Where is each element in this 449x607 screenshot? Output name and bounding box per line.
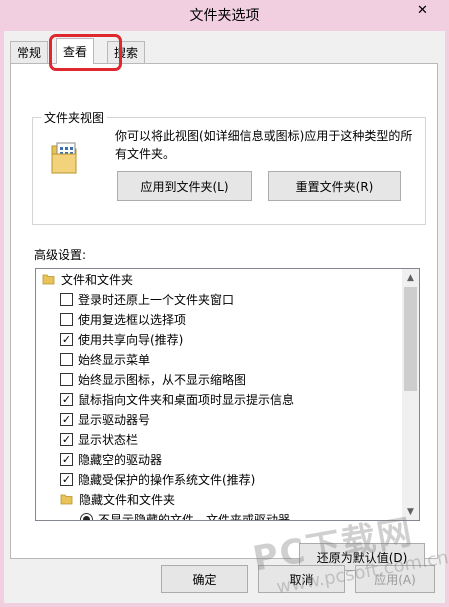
checkbox[interactable] — [60, 352, 73, 366]
checkbox-checked[interactable]: ✓ — [60, 452, 73, 466]
checkbox-checked[interactable]: ✓ — [60, 472, 73, 486]
option-popup-descriptions[interactable]: ✓ 鼠标指向文件夹和桌面项时显示提示信息 — [60, 389, 294, 409]
vertical-scrollbar[interactable]: ▲ ▼ — [402, 269, 419, 520]
option-always-show-icons[interactable]: 始终显示图标，从不显示缩略图 — [60, 369, 246, 389]
option-label: 使用共享向导(推荐) — [78, 332, 184, 347]
tree-folder-label: 隐藏文件和文件夹 — [79, 492, 176, 507]
option-label: 始终显示菜单 — [78, 352, 151, 367]
option-hide-empty-drives[interactable]: ✓ 隐藏空的驱动器 — [60, 449, 162, 469]
tab-general-label: 常规 — [17, 46, 42, 60]
option-use-checkboxes[interactable]: 使用复选框以选择项 — [60, 309, 186, 329]
tree-folder-hidden: 隐藏文件和文件夹 — [60, 489, 175, 509]
checkbox-checked[interactable]: ✓ — [60, 392, 73, 406]
option-label: 始终显示图标，从不显示缩略图 — [78, 372, 247, 387]
advanced-settings-label: 高级设置: — [34, 248, 87, 262]
folder-views-icon — [51, 142, 77, 174]
option-label: 登录时还原上一个文件夹窗口 — [78, 292, 235, 307]
option-show-drive-letters[interactable]: ✓ 显示驱动器号 — [60, 409, 150, 429]
option-label: 鼠标指向文件夹和桌面项时显示提示信息 — [78, 392, 295, 407]
option-sharing-wizard[interactable]: ✓ 使用共享向导(推荐) — [60, 329, 183, 349]
title-bar: 文件夹选项 ✕ — [0, 0, 449, 31]
close-icon: ✕ — [417, 2, 428, 18]
ok-button[interactable]: 确定 — [161, 565, 248, 593]
option-label: 不显示隐藏的文件、文件夹或驱动器 — [98, 512, 291, 521]
option-hide-protected-files[interactable]: ✓ 隐藏受保护的操作系统文件(推荐) — [60, 469, 255, 489]
folder-views-description: 你可以将此视图(如详细信息或图标)应用于这种类型的所有文件夹。 — [115, 129, 413, 161]
apply-to-folders-button[interactable]: 应用到文件夹(L) — [117, 171, 252, 201]
checkbox-checked[interactable]: ✓ — [60, 412, 73, 426]
tab-highlight-annotation — [49, 34, 122, 71]
folder-views-label: 文件夹视图 — [41, 109, 108, 126]
option-label: 显示状态栏 — [78, 432, 139, 447]
view-tab-panel: 文件夹视图 你可以将此视图(如详细信息或图标)应用于这种类型的所有文件夹。 应用… — [10, 63, 438, 571]
checkbox-checked[interactable]: ✓ — [60, 432, 73, 446]
scroll-thumb[interactable] — [404, 287, 417, 391]
folder-icon — [60, 494, 73, 505]
option-label: 显示驱动器号 — [78, 412, 151, 427]
window-title: 文件夹选项 — [189, 8, 260, 24]
checkbox-checked[interactable]: ✓ — [60, 332, 73, 346]
checkbox[interactable] — [60, 292, 73, 306]
option-always-show-menus[interactable]: 始终显示菜单 — [60, 349, 150, 369]
scroll-up-icon[interactable]: ▲ — [402, 269, 419, 286]
checkbox[interactable] — [60, 312, 73, 326]
advanced-settings-list[interactable]: 文件和文件夹 登录时还原上一个文件夹窗口 使用复选框以选择项 ✓ 使用共享向导(… — [35, 268, 420, 521]
tab-general[interactable]: 常规 — [10, 41, 49, 63]
option-label: 隐藏空的驱动器 — [78, 452, 163, 467]
option-label: 隐藏受保护的操作系统文件(推荐) — [78, 472, 256, 487]
checkbox[interactable] — [60, 372, 73, 386]
close-button[interactable]: ✕ — [404, 0, 441, 20]
radio-selected[interactable] — [80, 512, 93, 520]
reset-folders-button[interactable]: 重置文件夹(R) — [268, 171, 401, 201]
option-dont-show-hidden[interactable]: 不显示隐藏的文件、文件夹或驱动器 — [80, 509, 291, 521]
option-label: 使用复选框以选择项 — [78, 312, 187, 327]
folder-icon — [42, 274, 55, 285]
option-show-status-bar[interactable]: ✓ 显示状态栏 — [60, 429, 138, 449]
option-restore-windows[interactable]: 登录时还原上一个文件夹窗口 — [60, 289, 234, 309]
tree-folder-files: 文件和文件夹 — [42, 269, 133, 289]
tree-folder-label: 文件和文件夹 — [61, 272, 134, 287]
